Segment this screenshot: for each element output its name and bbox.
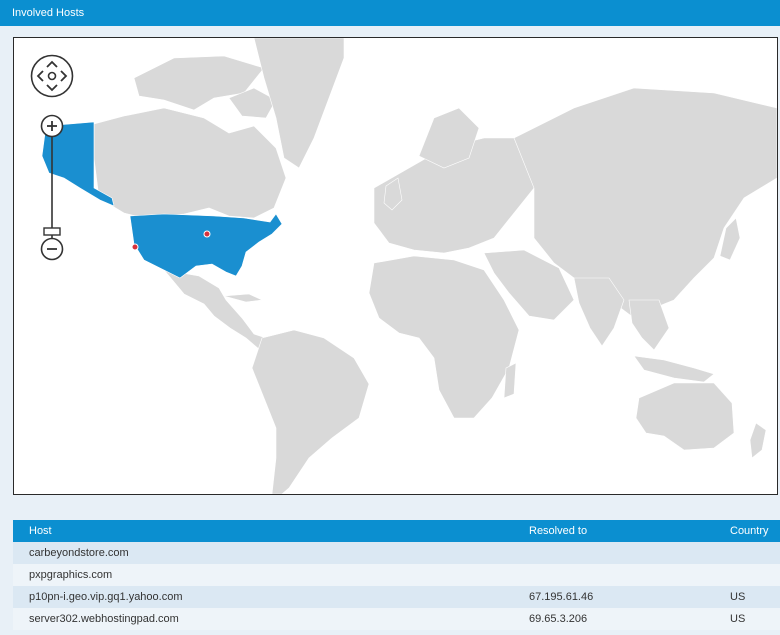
land-mexico: [163, 269, 273, 351]
resolved-cell: 69.65.3.206: [529, 608, 730, 630]
table-row[interactable]: carbeyondstore.com: [13, 542, 780, 564]
zoom-in-icon[interactable]: [40, 114, 64, 138]
resolved-cell: [529, 542, 730, 564]
resolved-cell: 67.195.61.46: [529, 586, 730, 608]
land-madagascar: [503, 362, 517, 399]
table-row[interactable]: pxpgraphics.com: [13, 564, 780, 586]
column-header-resolved-to[interactable]: Resolved to: [529, 520, 730, 542]
hosts-table: Host Resolved to Country carbeyondstore.…: [13, 520, 780, 630]
country-cell: [730, 542, 780, 564]
country-cell: US: [730, 586, 780, 608]
land-new-zealand: [749, 422, 767, 459]
world-map-canvas[interactable]: [14, 38, 777, 494]
host-location-marker: [203, 230, 211, 238]
land-australia: [635, 382, 735, 451]
zoom-out-icon[interactable]: [40, 237, 64, 261]
table-header-row: Host Resolved to Country: [13, 520, 780, 542]
host-cell: server302.webhostingpad.com: [13, 608, 529, 630]
country-usa: [129, 213, 283, 279]
land-indonesia: [633, 355, 715, 383]
land-cuba: [223, 293, 264, 303]
resolved-cell: [529, 564, 730, 586]
column-header-host[interactable]: Host: [13, 520, 529, 542]
table-row[interactable]: p10pn-i.geo.vip.gq1.yahoo.com 67.195.61.…: [13, 586, 780, 608]
land-south-america: [251, 329, 370, 494]
column-header-country[interactable]: Country: [730, 520, 780, 542]
land-africa: [368, 255, 520, 419]
country-cell: [730, 564, 780, 586]
pan-control[interactable]: [30, 54, 74, 98]
host-cell: carbeyondstore.com: [13, 542, 529, 564]
table-row[interactable]: server302.webhostingpad.com 69.65.3.206 …: [13, 608, 780, 630]
world-map[interactable]: [13, 37, 778, 495]
zoom-slider-handle[interactable]: [43, 227, 61, 236]
country-cell: US: [730, 608, 780, 630]
host-cell: pxpgraphics.com: [13, 564, 529, 586]
land-canada: [93, 107, 287, 219]
land-southeast-asia: [628, 299, 670, 351]
host-cell: p10pn-i.geo.vip.gq1.yahoo.com: [13, 586, 529, 608]
panel-header: Involved Hosts: [0, 0, 780, 26]
zoom-control[interactable]: [39, 114, 65, 262]
panel-title: Involved Hosts: [12, 7, 85, 19]
host-location-marker: [131, 243, 139, 251]
